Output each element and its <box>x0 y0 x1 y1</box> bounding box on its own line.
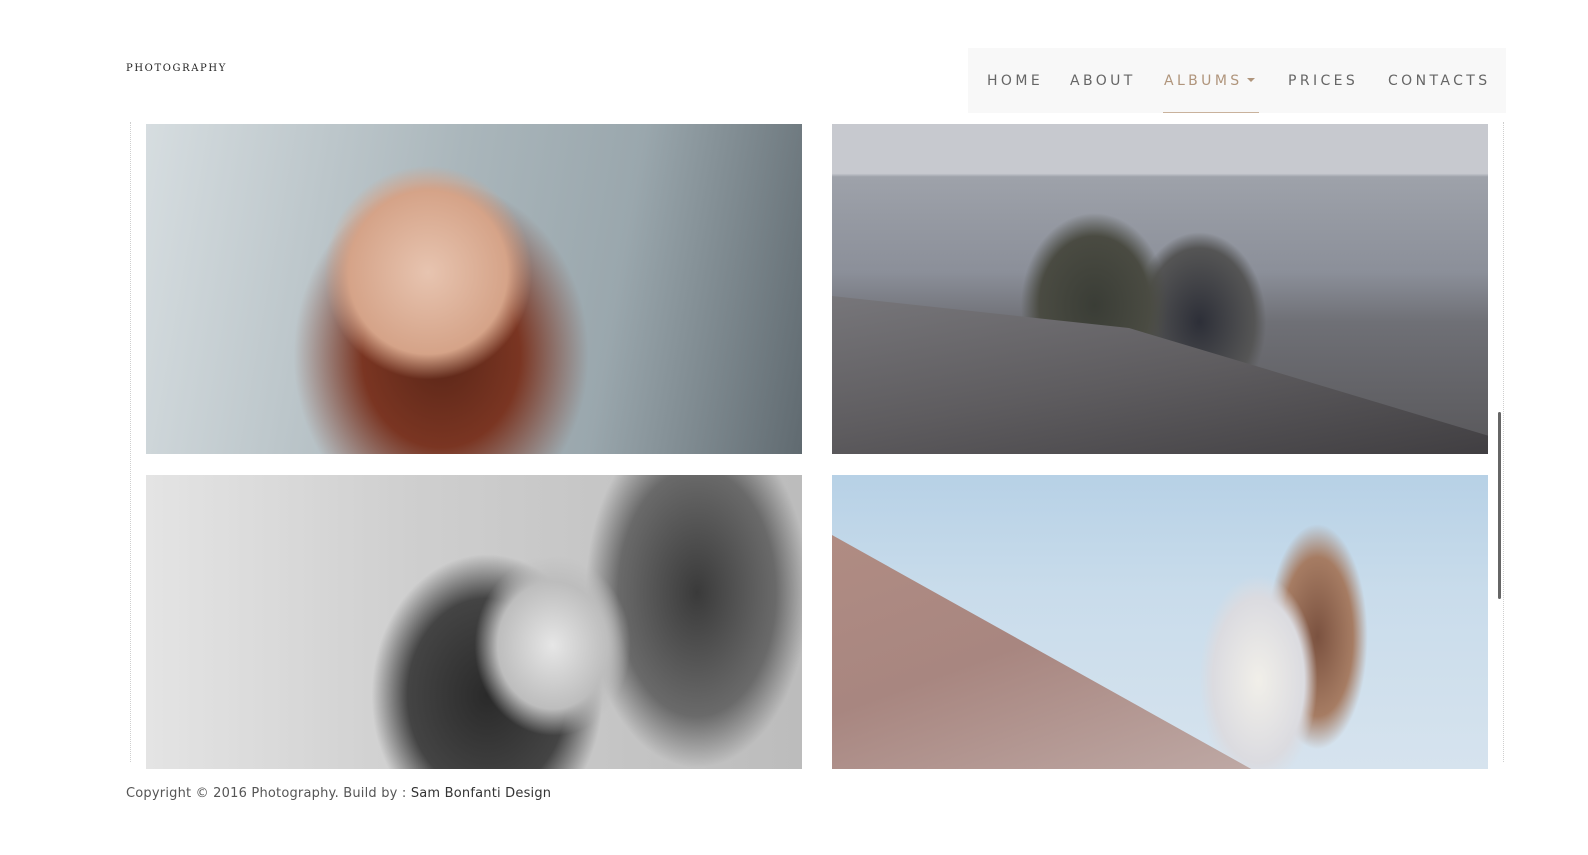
nav-item-prices[interactable]: PRICES <box>1288 73 1358 89</box>
nav-item-albums[interactable]: ALBUMS <box>1164 73 1255 89</box>
active-nav-underline <box>1163 112 1259 113</box>
photo-couple-embrace-sky[interactable] <box>832 475 1488 769</box>
site-logo[interactable]: PHOTOGRAPHY <box>126 63 227 74</box>
photo-couple-lakeside[interactable] <box>832 124 1488 454</box>
frame-border-left <box>130 122 131 762</box>
scrollbar-thumb[interactable] <box>1498 412 1501 599</box>
main-navigation: HOME ABOUT ALBUMS PRICES CONTACTS <box>968 48 1506 113</box>
nav-item-contacts[interactable]: CONTACTS <box>1388 73 1490 89</box>
photo-woman-windblown-hair[interactable] <box>146 124 802 454</box>
footer-copyright: Copyright © 2016 Photography. Build by :… <box>126 786 551 801</box>
copyright-text: Copyright © 2016 Photography. Build by : <box>126 786 407 801</box>
lakeside-wall <box>832 296 1488 454</box>
nav-item-about[interactable]: ABOUT <box>1070 73 1136 89</box>
ramp-foreground <box>832 535 1262 769</box>
nav-item-albums-label: ALBUMS <box>1164 73 1243 89</box>
nav-item-home[interactable]: HOME <box>987 73 1043 89</box>
caret-down-icon <box>1246 78 1255 82</box>
photo-couple-bw-closeup[interactable] <box>146 475 802 769</box>
frame-border-right <box>1503 122 1504 762</box>
author-link[interactable]: Sam Bonfanti Design <box>411 786 551 801</box>
